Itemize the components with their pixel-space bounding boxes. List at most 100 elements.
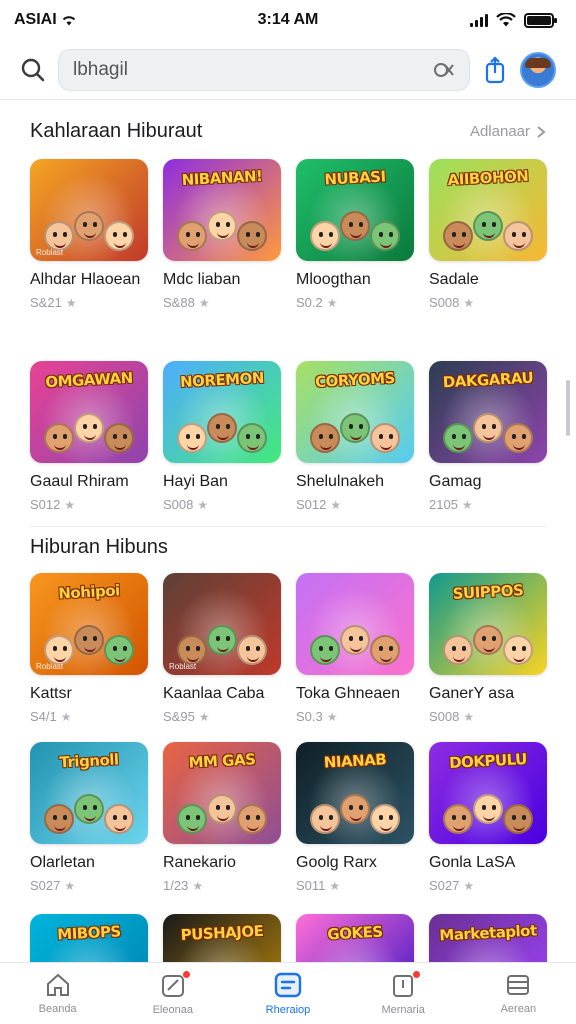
game-name: Gamag [429, 473, 482, 490]
game-card[interactable]: MIBOPS [30, 914, 148, 962]
star-icon: ★ [329, 878, 341, 893]
character-art [237, 635, 267, 665]
star-icon: ★ [192, 878, 204, 893]
star-icon: ★ [461, 497, 473, 512]
game-thumbnail[interactable]: DOKPULU [429, 742, 547, 844]
game-thumbnail[interactable]: AIIBOHON [429, 159, 547, 261]
game-card[interactable]: Toka Ghneaen S0.3 ★ [296, 573, 414, 724]
tab-mernaria[interactable]: Mernaria [353, 969, 453, 1016]
game-thumbnail[interactable]: CORYOMS [296, 361, 414, 463]
game-rating: S027 [30, 878, 61, 893]
game-card[interactable]: NIANAB Goolg Rarx S011 ★ [296, 742, 414, 893]
game-meta: S&88 ★ [163, 295, 281, 310]
game-meta: 1/23 ★ [163, 878, 281, 893]
game-name: Kaanlaa Caba [163, 685, 265, 702]
section-header: Hiburan Hibuns [30, 536, 546, 559]
tab-rheraiop[interactable]: Rheraiop [238, 972, 338, 1016]
game-card[interactable]: Marketaplot [429, 914, 547, 962]
game-rating: S027 [429, 878, 460, 893]
game-name: Gaaul Rhiram [30, 473, 129, 490]
star-icon: ★ [330, 497, 342, 512]
character-art [503, 635, 533, 665]
share-button[interactable] [482, 55, 508, 84]
character-art [310, 221, 340, 251]
avatar[interactable] [520, 51, 556, 88]
game-thumbnail[interactable]: OMGAWAN [30, 361, 148, 463]
game-card[interactable]: Trignoll Olarletan S027 ★ [30, 742, 148, 893]
game-name: Kattsr [30, 685, 72, 702]
game-thumbnail[interactable]: NIANAB [296, 742, 414, 844]
game-name: Ranekario [163, 854, 236, 871]
game-card[interactable]: AIIBOHON Sadale S008 ★ [429, 159, 547, 310]
search-box[interactable] [58, 48, 470, 91]
game-card[interactable]: GOKES [296, 914, 414, 962]
character-art [177, 635, 207, 665]
game-thumbnail[interactable]: DAKGARAU [429, 361, 547, 463]
search-button[interactable] [20, 57, 46, 83]
character-art [340, 413, 370, 443]
home-icon [46, 973, 69, 996]
game-card[interactable]: OMGAWAN Gaaul Rhiram S012 ★ [30, 361, 148, 512]
clear-search-icon[interactable] [433, 60, 455, 80]
game-card[interactable]: Roblast Kaanlaa Caba S&95 ★ [163, 573, 281, 724]
game-rating: S012 [296, 497, 327, 512]
game-rating: S011 [296, 878, 326, 893]
character-art [207, 794, 237, 824]
game-card[interactable]: NIBANAN! Mdc liaban S&88 ★ [163, 159, 281, 310]
character-art [104, 423, 134, 453]
tab-aerean[interactable]: Aerean [468, 973, 568, 1015]
thumbnail-tag: Roblast [36, 248, 64, 257]
cellular-signal-icon [470, 13, 488, 27]
game-thumbnail[interactable]: NUBASI [296, 159, 414, 261]
game-card[interactable]: PUSHAJOE [163, 914, 281, 962]
character-art [443, 635, 473, 665]
character-art [503, 423, 533, 453]
game-card[interactable]: NOREMON Hayi Ban S008 ★ [163, 361, 281, 512]
character-art [207, 211, 237, 241]
game-thumbnail[interactable]: Roblast [163, 573, 281, 675]
scrollbar[interactable] [566, 380, 570, 436]
character-art [104, 221, 134, 251]
game-card[interactable]: MM GAS Ranekario 1/23 ★ [163, 742, 281, 893]
game-card[interactable]: NUBASI Mloogthan S0.2 ★ [296, 159, 414, 310]
game-meta: S&21 ★ [30, 295, 148, 310]
tab-eleonaa[interactable]: Eleonaa [123, 969, 223, 1016]
game-card[interactable]: DAKGARAU Gamag 2105 ★ [429, 361, 547, 512]
character-art [177, 423, 207, 453]
game-card[interactable]: Roblast Alhdar Hlaoean S&21 ★ [30, 159, 148, 310]
game-card[interactable]: Nohipoi Roblast Kattsr S4/1 ★ [30, 573, 148, 724]
tab-beanda[interactable]: Beanda [8, 973, 108, 1015]
game-thumbnail[interactable]: PUSHAJOE [163, 914, 281, 962]
character-art [443, 221, 473, 251]
game-thumbnail[interactable]: MIBOPS [30, 914, 148, 962]
content-scroll[interactable]: Kahlaraan Hiburaut Adlanaar Roblast Alhdar … [0, 100, 576, 962]
search-icon [21, 58, 45, 81]
search-input[interactable] [73, 58, 433, 81]
game-thumbnail[interactable]: GOKES [296, 914, 414, 962]
game-rating: S012 [30, 497, 61, 512]
game-thumbnail[interactable]: NIBANAN! [163, 159, 281, 261]
game-thumbnail[interactable]: NOREMON [163, 361, 281, 463]
character-art [473, 794, 503, 824]
game-thumbnail[interactable]: Marketaplot [429, 914, 547, 962]
game-card[interactable]: CORYOMS Shelulnakeh S012 ★ [296, 361, 414, 512]
game-rating: S008 [429, 709, 460, 724]
character-art [340, 794, 370, 824]
game-thumbnail[interactable] [296, 573, 414, 675]
character-art [310, 423, 340, 453]
game-card[interactable]: SUIPPOS GanerY asa S008 ★ [429, 573, 547, 724]
game-rating: S008 [429, 295, 460, 310]
game-name: Gonla LaSA [429, 854, 516, 871]
game-rating: S&95 [163, 709, 195, 724]
game-thumbnail[interactable]: Trignoll [30, 742, 148, 844]
game-thumbnail[interactable]: MM GAS [163, 742, 281, 844]
character-art [503, 221, 533, 251]
game-rating: S4/1 [30, 709, 57, 724]
game-thumbnail[interactable]: SUIPPOS [429, 573, 547, 675]
character-art [74, 413, 104, 443]
game-thumbnail[interactable]: Nohipoi Roblast [30, 573, 148, 675]
game-card[interactable]: DOKPULU Gonla LaSA S027 ★ [429, 742, 547, 893]
game-rating: 2105 [429, 497, 458, 512]
game-thumbnail[interactable]: Roblast [30, 159, 148, 261]
see-all-link[interactable]: Adlanaar [470, 123, 546, 140]
